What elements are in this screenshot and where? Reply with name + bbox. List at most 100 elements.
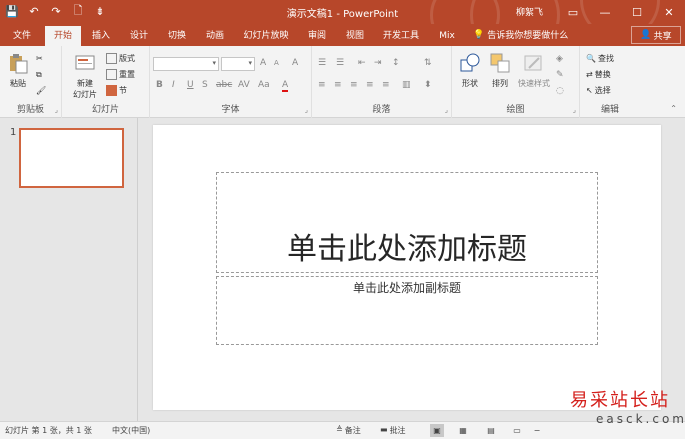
new-slide-label: 新建	[77, 79, 93, 88]
shape-fill-icon[interactable]: ◈	[556, 54, 563, 64]
subtitle-placeholder-text: 单击此处添加副标题	[352, 281, 461, 295]
align-right-icon[interactable]: ≡	[350, 80, 358, 90]
text-direction-icon[interactable]: ⇅	[424, 58, 432, 68]
tab-mix[interactable]: Mix	[432, 26, 462, 46]
share-label: 共享	[653, 31, 672, 42]
title-placeholder[interactable]: 单击此处添加标题	[216, 172, 598, 273]
slide-canvas[interactable]: 单击此处添加标题 单击此处添加副标题	[153, 125, 661, 410]
shape-effects-icon[interactable]: ◌	[556, 86, 564, 96]
shrink-font-icon[interactable]: A	[274, 59, 279, 67]
find-button[interactable]: 🔍 查找	[586, 53, 614, 64]
shapes-button[interactable]: 形状	[457, 52, 483, 89]
drawing-group-label: 绘图	[506, 105, 525, 115]
tab-design[interactable]: 设计	[122, 26, 156, 46]
cursor-icon: ↖	[586, 86, 593, 95]
comments-button[interactable]: ▬ 批注	[380, 425, 406, 436]
title-placeholder-text: 单击此处添加标题	[287, 232, 527, 267]
reset-button[interactable]: 重置	[106, 69, 135, 80]
ribbon: 粘贴 ✂ ⧉ 🖌 剪贴板 ⌟ 新建 幻灯片 版式 重置 节 幻灯片 ▾ ▾ A …	[0, 46, 685, 118]
bullets-icon[interactable]: ☰	[318, 58, 326, 68]
font-launcher-icon[interactable]: ⌟	[305, 106, 308, 114]
decrease-indent-icon[interactable]: ⇤	[358, 58, 366, 68]
minimize-button[interactable]: —	[589, 0, 621, 24]
format-painter-icon[interactable]: 🖌	[36, 86, 46, 95]
slideshow-icon[interactable]: ▭	[510, 424, 524, 437]
shapes-label: 形状	[462, 79, 478, 88]
cut-icon[interactable]: ✂	[36, 54, 43, 63]
tab-review[interactable]: 审阅	[300, 26, 334, 46]
underline-button[interactable]: U	[187, 80, 194, 90]
user-name[interactable]: 柳絮飞	[516, 5, 543, 18]
watermark-en-text: easck.com	[596, 412, 685, 426]
new-slide-button[interactable]: 新建 幻灯片	[68, 52, 102, 100]
clear-format-icon[interactable]: A	[292, 58, 298, 68]
tab-view[interactable]: 视图	[338, 26, 372, 46]
quick-styles-icon	[524, 55, 542, 71]
section-button[interactable]: 节	[106, 85, 127, 96]
columns-icon[interactable]: ▥	[402, 80, 411, 90]
align-left-icon[interactable]: ≡	[318, 80, 326, 90]
slide-thumbnail[interactable]	[19, 128, 124, 188]
align-center-icon[interactable]: ≡	[334, 80, 342, 90]
slide-sorter-icon[interactable]: ▦	[456, 424, 470, 437]
slide-thumbnails-pane: 1	[0, 118, 138, 421]
clipboard-launcher-icon[interactable]: ⌟	[55, 106, 58, 114]
line-spacing-icon[interactable]: ↕	[392, 58, 400, 68]
lightbulb-icon: 💡	[473, 29, 485, 40]
drawing-launcher-icon[interactable]: ⌟	[573, 106, 576, 114]
tab-slideshow[interactable]: 幻灯片放映	[238, 26, 294, 46]
quick-styles-button[interactable]: 快速样式	[516, 52, 552, 89]
font-color-button[interactable]: A	[282, 80, 289, 92]
select-button[interactable]: ↖ 选择	[586, 85, 611, 96]
paste-button[interactable]: 粘贴	[6, 52, 30, 89]
shadow-button[interactable]: S	[202, 80, 208, 90]
notes-label: 备注	[344, 426, 361, 435]
arrange-label: 排列	[492, 79, 508, 88]
strikethrough-button[interactable]: abc	[216, 80, 232, 90]
tab-transitions[interactable]: 切换	[160, 26, 194, 46]
tab-file[interactable]: 文件	[6, 26, 38, 46]
arrange-button[interactable]: 排列	[487, 52, 513, 89]
justify-icon[interactable]: ≡	[366, 80, 374, 90]
paragraph-launcher-icon[interactable]: ⌟	[445, 106, 448, 114]
reset-label: 重置	[119, 70, 135, 79]
layout-button[interactable]: 版式	[106, 53, 135, 64]
title-bar: 💾 ↶ ↷ 🗋 ⇟ 演示文稿1 - PowerPoint 柳絮飞 ▭ — ☐ ✕	[0, 0, 685, 60]
tab-animations[interactable]: 动画	[198, 26, 232, 46]
language-indicator[interactable]: 中文(中国)	[112, 425, 150, 436]
font-name-combo[interactable]: ▾	[153, 57, 219, 71]
clipboard-group-label: 剪贴板	[16, 105, 44, 115]
arrange-icon	[490, 53, 510, 73]
align-text-icon[interactable]: ⬍	[424, 80, 432, 90]
grow-font-icon[interactable]: A	[260, 58, 266, 68]
notes-button[interactable]: ≜ 备注	[336, 425, 361, 436]
layout-icon	[106, 53, 117, 64]
maximize-button[interactable]: ☐	[621, 0, 653, 24]
numbering-icon[interactable]: ☰	[336, 58, 344, 68]
italic-button[interactable]: I	[172, 80, 175, 90]
replace-button[interactable]: ⇄ 替换	[586, 69, 611, 80]
copy-icon[interactable]: ⧉	[36, 70, 42, 80]
change-case-button[interactable]: Aa	[258, 80, 270, 90]
font-size-combo[interactable]: ▾	[221, 57, 255, 71]
tab-developer[interactable]: 开发工具	[378, 26, 424, 46]
share-button[interactable]: 👤 共享	[631, 26, 681, 44]
ribbon-tabs: 文件 开始 插入 设计 切换 动画 幻灯片放映 审阅 视图 开发工具 Mix 💡…	[0, 24, 685, 46]
char-spacing-button[interactable]: AV	[238, 80, 250, 90]
subtitle-placeholder[interactable]: 单击此处添加副标题	[216, 276, 598, 345]
normal-view-icon[interactable]: ▣	[430, 424, 444, 437]
tab-insert[interactable]: 插入	[84, 26, 118, 46]
tell-me-box[interactable]: 💡 告诉我你想要做什么	[473, 28, 568, 42]
reading-view-icon[interactable]: ▤	[484, 424, 498, 437]
close-button[interactable]: ✕	[653, 0, 685, 24]
shape-outline-icon[interactable]: ✎	[556, 70, 564, 80]
section-icon	[106, 85, 117, 96]
tab-home[interactable]: 开始	[45, 26, 81, 46]
zoom-out-icon[interactable]: −	[530, 424, 544, 437]
collapse-ribbon-icon[interactable]: ⌃	[670, 104, 677, 113]
bold-button[interactable]: B	[156, 80, 163, 90]
distributed-icon[interactable]: ≡	[382, 80, 390, 90]
ribbon-display-options-button[interactable]: ▭	[557, 0, 589, 24]
person-icon: 👤	[640, 30, 652, 40]
increase-indent-icon[interactable]: ⇥	[374, 58, 382, 68]
